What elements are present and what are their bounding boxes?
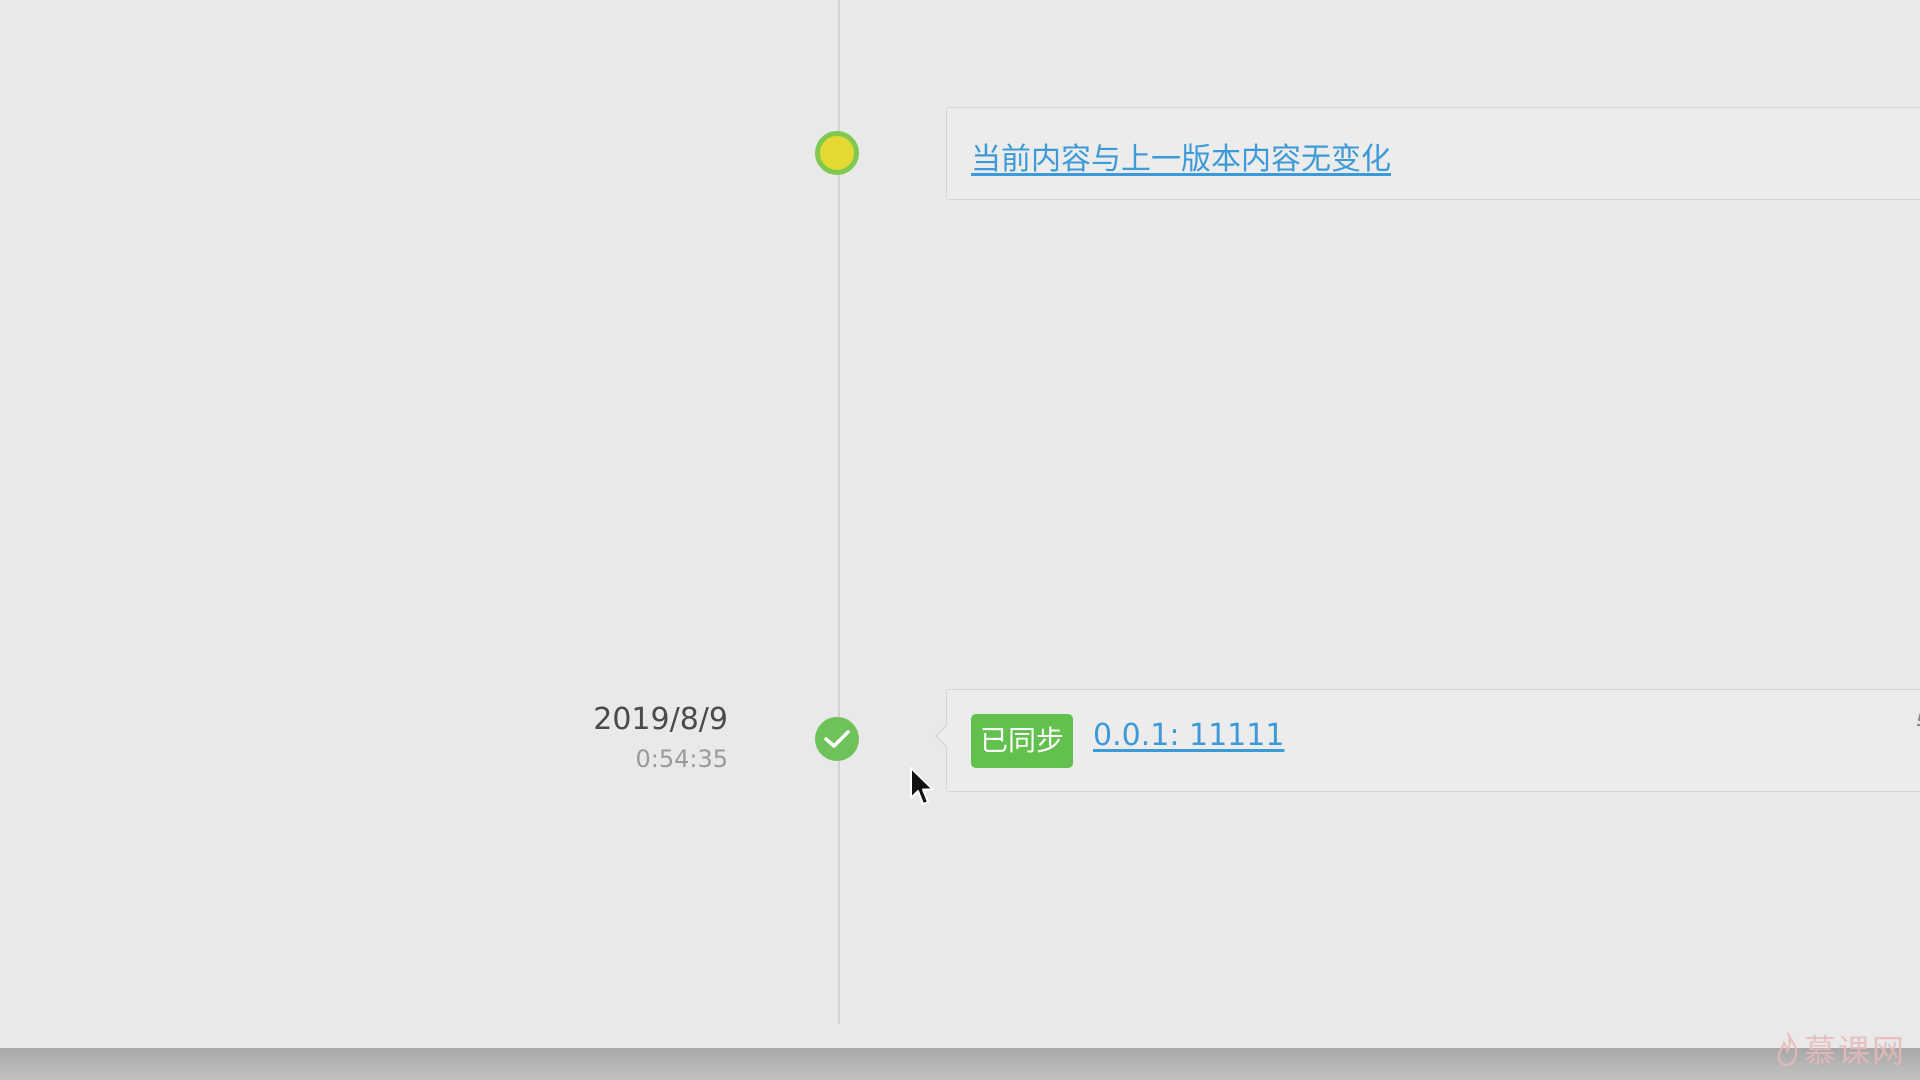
version-link[interactable]: 0.0.1: 11111 <box>1093 718 1284 753</box>
watermark: 慕课网 <box>1776 1026 1906 1072</box>
entry-date: 2019/8/9 <box>593 702 728 737</box>
no-change-message-link[interactable]: 当前内容与上一版本内容无变化 <box>971 134 1391 178</box>
pencil-icon[interactable] <box>1911 694 1920 730</box>
entry-timestamp: 2019/8/9 0:54:35 <box>593 700 728 776</box>
watermark-text: 慕课网 <box>1803 1032 1906 1070</box>
check-icon <box>815 717 859 761</box>
pending-status-dot <box>815 131 859 175</box>
synced-badge: 已同步 <box>971 714 1074 768</box>
version-history-timeline: 当前内容与上一版本内容无变化 2019/8/9 0:54:35 已同步 0.0.… <box>0 0 1920 1080</box>
bottom-scrollbar-track[interactable] <box>0 1048 1920 1080</box>
entry-time: 0:54:35 <box>635 745 728 773</box>
timeline-entry-pending: 当前内容与上一版本内容无变化 <box>946 107 1920 200</box>
flame-logo-icon <box>1777 1032 1798 1067</box>
mouse-pointer-icon <box>910 767 934 805</box>
timeline-entry-synced: 已同步 0.0.1: 11111 <box>935 689 1920 792</box>
